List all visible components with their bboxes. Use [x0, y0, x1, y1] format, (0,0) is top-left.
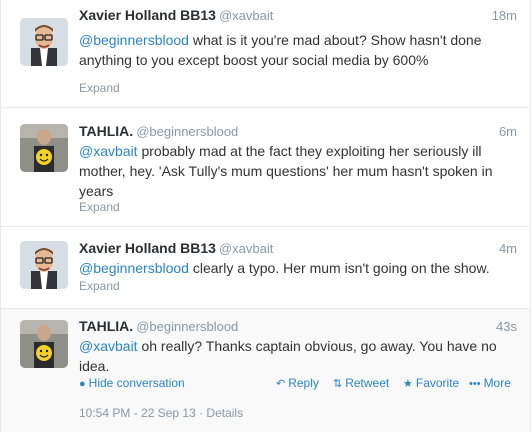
tweet-header: Xavier Holland BB13 @xavbait	[79, 7, 273, 25]
hide-conversation-label: Hide conversation	[88, 376, 185, 390]
retweet-label: Retweet	[345, 376, 390, 390]
tweet-time[interactable]: 43s	[496, 319, 517, 334]
avatar-image	[20, 124, 68, 172]
avatar[interactable]	[20, 18, 68, 66]
tweet-body: clearly a typo. Her mum isn't going on t…	[188, 260, 490, 276]
retweet-button[interactable]: ⇅ Retweet	[333, 376, 389, 390]
expand-link[interactable]: Expand	[79, 81, 120, 95]
fullname[interactable]: Xavier Holland BB13	[79, 7, 216, 23]
tweet[interactable]: Xavier Holland BB13 @xavbait 4m @beginner…	[1, 227, 530, 309]
tweet-header: Xavier Holland BB13 @xavbait	[79, 240, 273, 258]
username[interactable]: @xavbait	[219, 241, 273, 256]
tweet-body: oh really? Thanks captain obvious, go aw…	[79, 338, 497, 374]
conversation-timeline: Xavier Holland BB13 @xavbait 18m @beginne…	[0, 0, 531, 432]
fullname[interactable]: Xavier Holland BB13	[79, 240, 216, 256]
tweet-time[interactable]: 18m	[492, 8, 517, 23]
mention-link[interactable]: @xavbait	[79, 338, 138, 354]
favorite-button[interactable]: ★ Favorite	[403, 376, 459, 390]
reply-arrow-icon: ↶	[276, 378, 286, 390]
expand-link[interactable]: Expand	[79, 279, 120, 293]
tweet-time[interactable]: 6m	[499, 124, 517, 139]
tweet-text: @xavbait probably mad at the fact they e…	[79, 141, 519, 201]
avatar-image	[20, 320, 68, 368]
tweet-body: probably mad at the fact they exploiting…	[79, 143, 493, 199]
avatar[interactable]	[20, 320, 68, 368]
avatar-image	[20, 18, 68, 66]
tweet-actions: ● Hide conversation ↶ Reply ⇅ Retweet ★ Favo…	[79, 376, 517, 392]
more-button[interactable]: ••• More	[469, 376, 511, 390]
username[interactable]: @beginnersblood	[136, 319, 238, 334]
mention-link[interactable]: @beginnersblood	[79, 32, 189, 48]
fullname[interactable]: TAHLIA.	[79, 318, 133, 334]
reply-button[interactable]: ↶ Reply	[276, 376, 319, 390]
avatar[interactable]	[20, 241, 68, 289]
avatar-image	[20, 241, 68, 289]
tweet-timestamp[interactable]: 10:54 PM - 22 Sep 13	[79, 406, 196, 420]
star-icon: ★	[403, 378, 413, 390]
expand-link[interactable]: Expand	[79, 200, 120, 214]
tweet-text: @beginnersblood what is it you're mad ab…	[79, 30, 519, 70]
tweet[interactable]: TAHLIA. @beginnersblood 6m @xavbait proba…	[1, 108, 530, 227]
retweet-icon: ⇅	[333, 378, 343, 390]
speech-bubble-icon: ●	[79, 378, 86, 390]
reply-label: Reply	[288, 376, 319, 390]
tweet-expanded[interactable]: TAHLIA. @beginnersblood 43s @xavbait oh r…	[1, 309, 530, 432]
username[interactable]: @xavbait	[219, 8, 273, 23]
hide-conversation-link[interactable]: ● Hide conversation	[79, 376, 185, 390]
tweet-text: @beginnersblood clearly a typo. Her mum …	[79, 258, 519, 278]
more-dots-icon: •••	[469, 378, 481, 390]
tweet-text: @xavbait oh really? Thanks captain obvio…	[79, 336, 519, 376]
tweet[interactable]: Xavier Holland BB13 @xavbait 18m @beginne…	[1, 0, 530, 108]
mention-link[interactable]: @xavbait	[79, 143, 138, 159]
avatar[interactable]	[20, 124, 68, 172]
fullname[interactable]: TAHLIA.	[79, 123, 133, 139]
more-label: More	[483, 376, 511, 390]
username[interactable]: @beginnersblood	[136, 124, 238, 139]
tweet-header: TAHLIA. @beginnersblood	[79, 123, 238, 141]
tweet-header: TAHLIA. @beginnersblood	[79, 318, 238, 336]
tweet-timestamp-row: 10:54 PM - 22 Sep 13 · Details	[79, 406, 244, 420]
details-link[interactable]: Details	[206, 406, 243, 420]
tweet-time[interactable]: 4m	[499, 241, 517, 256]
favorite-label: Favorite	[415, 376, 460, 390]
mention-link[interactable]: @beginnersblood	[79, 260, 189, 276]
